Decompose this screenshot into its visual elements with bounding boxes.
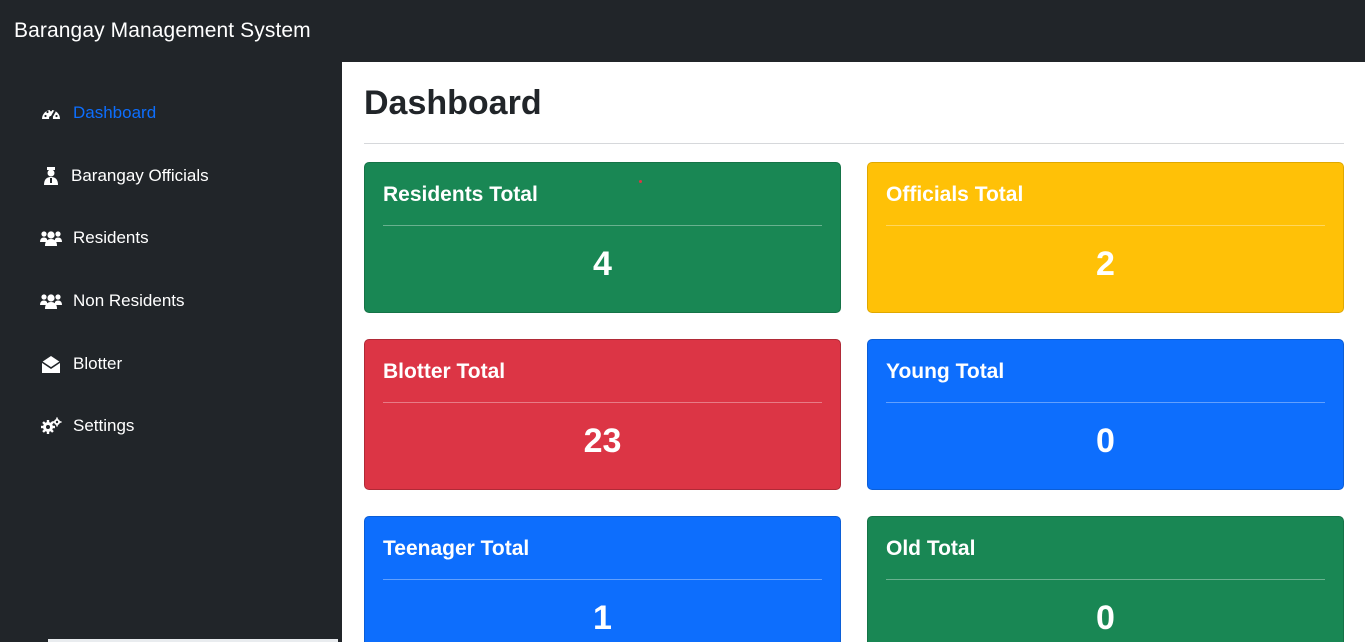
top-navbar: Barangay Management System xyxy=(0,0,1365,62)
card-value: 1 xyxy=(593,599,612,637)
card-value: 0 xyxy=(1096,422,1115,460)
page-title: Dashboard xyxy=(364,84,542,122)
sidebar-item-blotter[interactable]: Blotter xyxy=(40,349,122,379)
cogs-icon xyxy=(40,416,62,436)
card-value: 0 xyxy=(1096,599,1115,637)
card-title: Teenager Total xyxy=(383,537,530,560)
card-divider xyxy=(886,579,1325,580)
card-divider xyxy=(383,225,822,226)
sidebar: Dashboard Barangay Officials Residents N… xyxy=(0,62,342,642)
sidebar-item-settings[interactable]: Settings xyxy=(40,411,134,441)
card-title: Residents Total xyxy=(383,183,538,206)
sidebar-item-label: Barangay Officials xyxy=(71,166,209,185)
dashboard-gauge-icon xyxy=(40,103,62,123)
title-divider xyxy=(364,143,1344,144)
card-title: Old Total xyxy=(886,537,976,560)
sidebar-item-residents[interactable]: Residents xyxy=(40,223,149,253)
sidebar-item-barangay-officials[interactable]: Barangay Officials xyxy=(40,161,209,191)
card-young-total[interactable]: Young Total 0 xyxy=(867,339,1344,490)
red-dot-marker xyxy=(639,180,642,183)
card-title: Blotter Total xyxy=(383,360,506,383)
card-divider xyxy=(383,402,822,403)
users-icon xyxy=(40,228,62,248)
main-content: Dashboard Residents Total 4 Officials To… xyxy=(342,62,1365,642)
users-icon xyxy=(40,291,62,311)
card-divider xyxy=(886,402,1325,403)
app-brand[interactable]: Barangay Management System xyxy=(14,19,311,43)
card-title: Young Total xyxy=(886,360,1005,383)
sidebar-item-label: Non Residents xyxy=(73,291,185,310)
card-divider xyxy=(886,225,1325,226)
sidebar-item-label: Settings xyxy=(73,416,135,435)
envelope-open-icon xyxy=(40,354,62,374)
card-officials-total[interactable]: Officials Total 2 xyxy=(867,162,1344,313)
card-blotter-total[interactable]: Blotter Total 23 xyxy=(364,339,841,490)
sidebar-item-label: Residents xyxy=(73,228,149,247)
card-value: 2 xyxy=(1096,245,1115,283)
card-value: 4 xyxy=(593,245,612,283)
card-residents-total[interactable]: Residents Total 4 xyxy=(364,162,841,313)
card-teenager-total[interactable]: Teenager Total 1 xyxy=(364,516,841,642)
sidebar-item-label: Dashboard xyxy=(73,103,157,122)
card-divider xyxy=(383,579,822,580)
official-user-icon xyxy=(40,166,62,186)
sidebar-item-label: Blotter xyxy=(73,354,123,373)
card-value: 23 xyxy=(583,422,622,460)
sidebar-item-dashboard[interactable]: Dashboard xyxy=(40,98,156,128)
card-old-total[interactable]: Old Total 0 xyxy=(867,516,1344,642)
sidebar-item-non-residents[interactable]: Non Residents xyxy=(40,286,185,316)
card-title: Officials Total xyxy=(886,183,1024,206)
